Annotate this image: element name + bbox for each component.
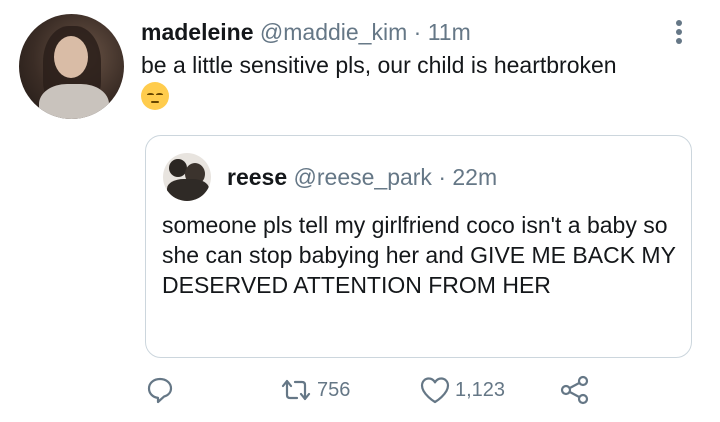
emoji-mouth	[151, 101, 159, 103]
quoted-author-name: reese	[227, 164, 288, 190]
quoted-author-handle: @reese_park	[293, 164, 432, 190]
quoted-tweet-header: reese @reese_park · 22m	[227, 162, 497, 192]
more-dot	[676, 38, 682, 44]
avatar-face	[54, 36, 88, 78]
more-dot	[676, 20, 682, 26]
more-dot	[676, 29, 682, 35]
tweet-text: be a little sensitive pls, our child is …	[141, 52, 617, 78]
retweet-icon	[281, 379, 311, 401]
heart-icon	[420, 377, 450, 404]
like-button[interactable]: 1,123	[419, 374, 505, 406]
like-count: 1,123	[455, 378, 506, 401]
tweet-actions-bar: 756 1,123	[0, 370, 720, 410]
reply-button[interactable]	[145, 374, 175, 406]
separator-dot: ·	[413, 19, 422, 45]
avatar-shirt	[39, 84, 109, 119]
retweet-button[interactable]: 756	[279, 374, 350, 406]
quoted-tweet-text: someone pls tell my girlfriend coco isn'…	[162, 212, 676, 298]
share-icon	[560, 375, 589, 405]
tweet-time[interactable]: 11m	[428, 19, 471, 45]
quoted-tweet-time: 22m	[452, 164, 498, 190]
pensive-face-emoji-icon	[141, 82, 169, 110]
more-options-icon[interactable]	[674, 20, 684, 46]
tweet-header: madeleine @maddie_kim · 11m	[141, 17, 471, 47]
emoji-eye	[156, 93, 163, 96]
share-button[interactable]	[559, 374, 591, 406]
author-handle[interactable]: @maddie_kim	[260, 19, 407, 45]
author-name[interactable]: madeleine	[141, 19, 254, 45]
retweet-count: 756	[317, 378, 351, 401]
author-avatar[interactable]	[19, 14, 124, 119]
avatar-body	[167, 179, 209, 201]
quoted-author-avatar	[163, 153, 211, 201]
reply-icon	[147, 377, 173, 404]
emoji-eye	[147, 93, 154, 96]
separator-dot: ·	[438, 164, 446, 190]
quoted-tweet-card[interactable]: reese @reese_park · 22m someone pls tell…	[145, 135, 692, 358]
